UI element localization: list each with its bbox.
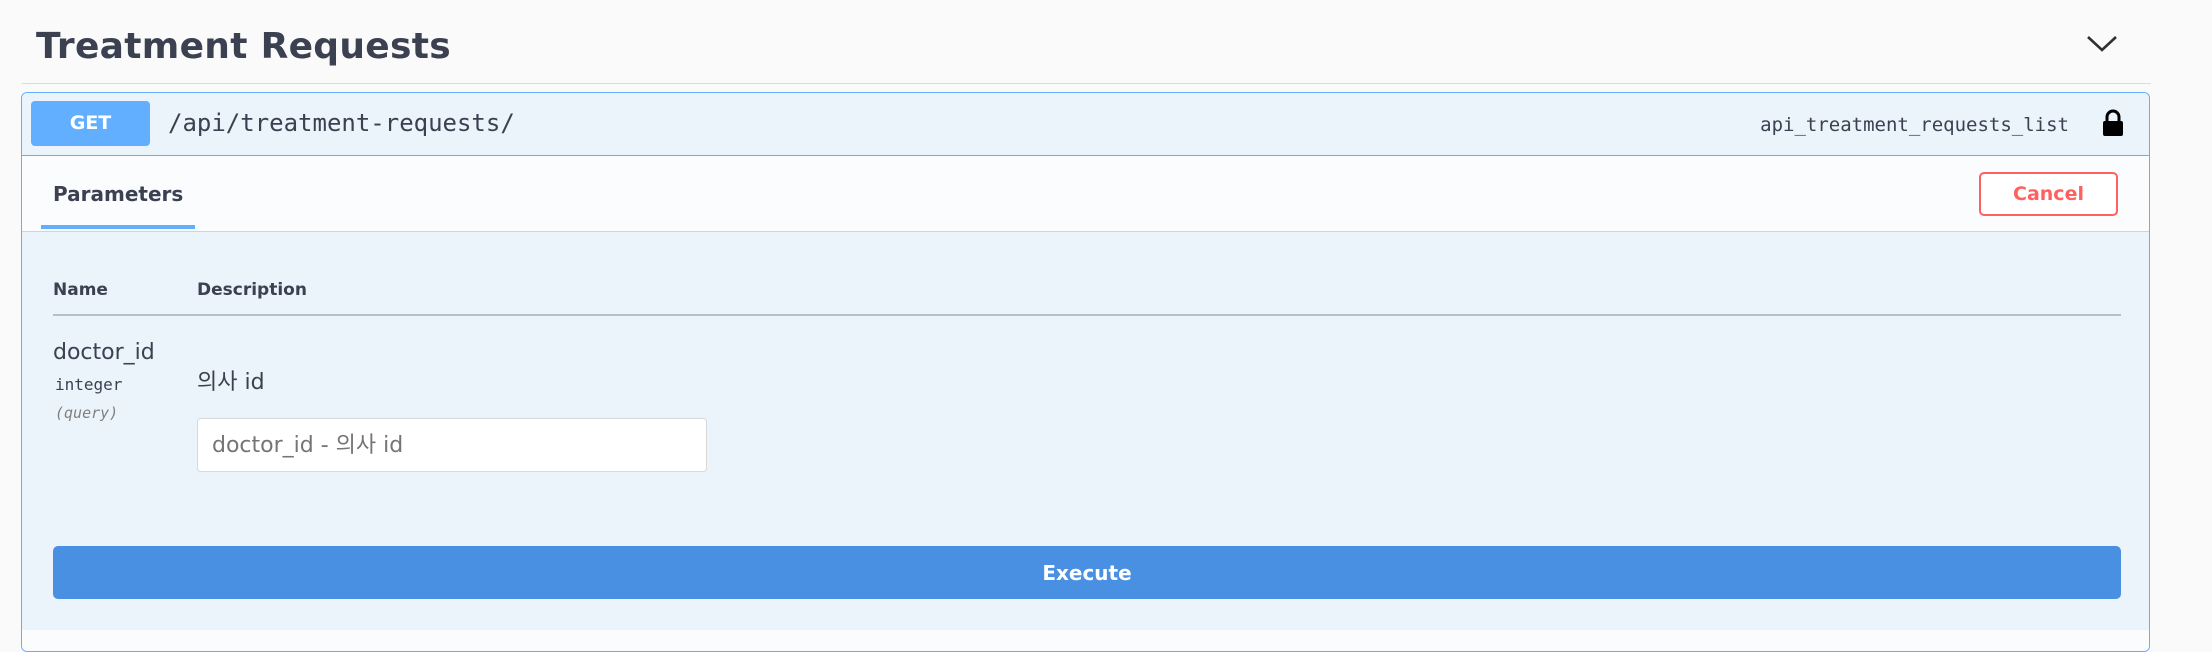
tab-active-indicator [41,225,196,229]
execute-button[interactable]: Execute [53,546,2121,599]
doctor-id-input[interactable] [197,418,707,472]
param-type: integer [55,375,123,394]
cancel-button[interactable]: Cancel [1979,172,2118,216]
operation-summary[interactable]: GET /api/treatment-requests/ api_treatme… [22,93,2149,156]
tab-parameters[interactable]: Parameters [41,156,196,232]
lock-icon[interactable] [2101,108,2125,138]
tag-title[interactable]: Treatment Requests [36,26,451,67]
tag-header[interactable]: Treatment Requests [22,0,2151,84]
method-badge[interactable]: GET [31,101,150,146]
responses-section-edge [22,630,2149,651]
tab-parameters-label: Parameters [53,182,184,206]
tabs-bar: Parameters Cancel [22,156,2149,232]
column-header-description: Description [197,280,307,300]
param-location: (query) [55,404,119,422]
operation-block: GET /api/treatment-requests/ api_treatme… [21,92,2150,652]
param-name: doctor_id [53,340,155,365]
header-divider [53,314,2121,316]
operation-id: api_treatment_requests_list [1760,114,2069,136]
operation-path[interactable]: /api/treatment-requests/ [168,109,515,137]
param-description: 의사 id [197,370,265,395]
chevron-down-icon[interactable] [2082,28,2122,60]
column-header-name: Name [53,280,108,300]
